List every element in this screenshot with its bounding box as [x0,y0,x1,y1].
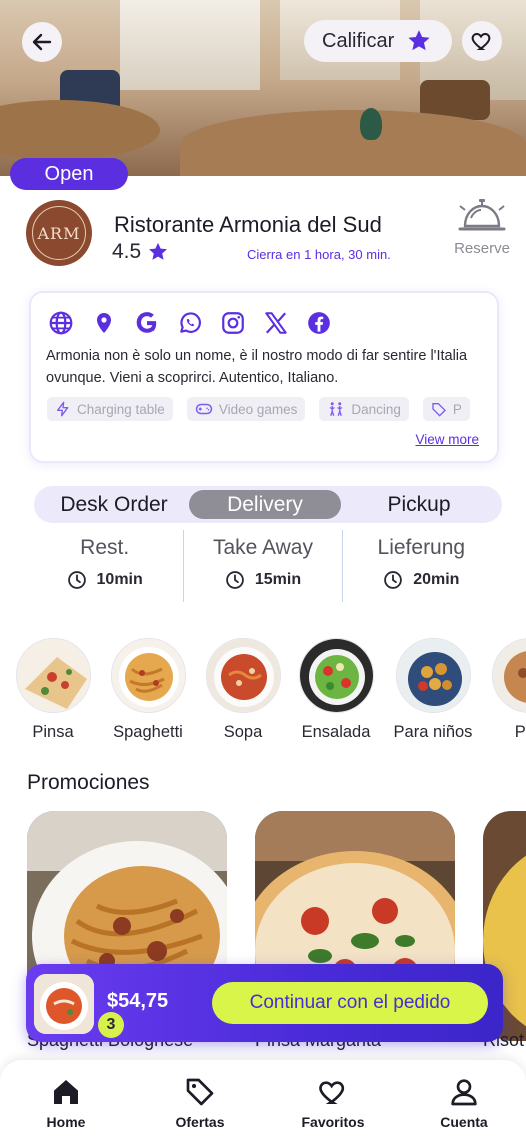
user-icon [451,1079,477,1106]
pinsa-image [16,638,91,713]
rating-value: 4.5 [112,240,142,263]
instagram-icon[interactable] [219,309,247,337]
category-carousel: Pinsa Spaghetti Sopa Ensalada Para niños… [16,638,526,748]
facebook-icon[interactable] [305,309,333,337]
platos-image [491,638,526,713]
view-more-link[interactable]: View more [415,432,479,447]
nav-cuenta[interactable]: Cuenta [414,1076,514,1130]
spaghetti-image [110,638,186,713]
time-delivery: Lieferung 20min [341,530,500,602]
google-icon[interactable] [133,309,161,337]
amenity-tags: Charging table Video games Dancing P [47,397,481,421]
globe-icon[interactable] [47,309,75,337]
restaurant-logo: ARM [26,200,92,266]
preparation-times: Rest. 10min Take Away 15min Lieferung 20… [26,530,500,602]
category-platos[interactable]: Plat [482,638,526,742]
location-pin-icon[interactable] [90,309,118,337]
tag-dancing: Dancing [319,397,409,421]
continue-order-button[interactable]: Continuar con el pedido [212,982,488,1024]
order-type-tabs: Desk Order Delivery Pickup [34,486,502,523]
heart-icon [319,1081,345,1104]
sopa-image [205,638,281,713]
tag-icon [186,1078,214,1106]
info-card: Armonia non è solo un nome, è il nostro … [29,291,499,463]
para-ninos-image [395,638,471,713]
category-sopa[interactable]: Sopa [196,638,290,742]
reserve-button[interactable]: Reserve [448,196,516,257]
arrow-left-icon [32,33,52,51]
nav-ofertas[interactable]: Ofertas [150,1076,250,1130]
restaurant-name: Ristorante Armonia del Sud [114,212,382,237]
cart-item-image [34,974,94,1034]
reserve-label: Reserve [454,240,510,257]
clock-icon [384,571,403,589]
favorite-button[interactable] [462,21,502,61]
service-bell-icon [458,199,506,231]
clock-icon [226,571,244,589]
rate-button[interactable]: Calificar [304,20,452,62]
nav-home[interactable]: Home [16,1076,116,1130]
category-ensalada[interactable]: Ensalada [289,638,383,742]
tab-delivery[interactable]: Delivery [189,490,341,519]
nav-favoritos[interactable]: Favoritos [283,1076,383,1130]
cart-count-badge: 3 [98,1012,124,1038]
lightning-icon [57,401,69,417]
category-pinsa[interactable]: Pinsa [16,638,100,742]
star-icon [408,30,430,51]
tag-charging-table: Charging table [47,397,173,421]
tab-pickup[interactable]: Pickup [344,486,494,523]
dancing-icon [330,402,343,416]
clock-icon [67,571,86,589]
hero-image [0,0,526,176]
home-icon [54,1080,78,1104]
closing-time: Cierra en 1 hora, 30 min. [247,247,391,262]
category-para-ninos[interactable]: Para niños [386,638,480,742]
promotions-title: Promociones [27,771,150,794]
cart-bar[interactable]: 3 $54,75 Continuar con el pedido [26,964,503,1042]
time-take-away: Take Away 15min [183,530,341,602]
cart-total: $54,75 [107,990,169,1012]
bottom-nav: Home Ofertas Favoritos Cuenta [0,1060,526,1144]
status-badge: Open [10,158,128,190]
tab-desk-order[interactable]: Desk Order [40,486,188,523]
logo-text: ARM [32,206,86,260]
rating: 4.5 [112,240,169,264]
time-rest: Rest. 10min [26,530,183,602]
whatsapp-icon[interactable] [176,309,204,337]
description: Armonia non è solo un nome, è il nostro … [46,348,468,386]
x-icon[interactable] [262,309,290,337]
gamepad-icon [195,403,213,415]
tag-icon [432,403,446,417]
rate-label: Calificar [322,29,395,52]
heart-icon [471,32,491,50]
tag-video-games: Video games [186,397,306,421]
ensalada-image [298,638,374,713]
category-spaghetti[interactable]: Spaghetti [101,638,195,742]
star-icon [149,242,168,260]
social-links [47,309,333,337]
tag-more: P [422,397,470,421]
back-button[interactable] [22,22,62,62]
